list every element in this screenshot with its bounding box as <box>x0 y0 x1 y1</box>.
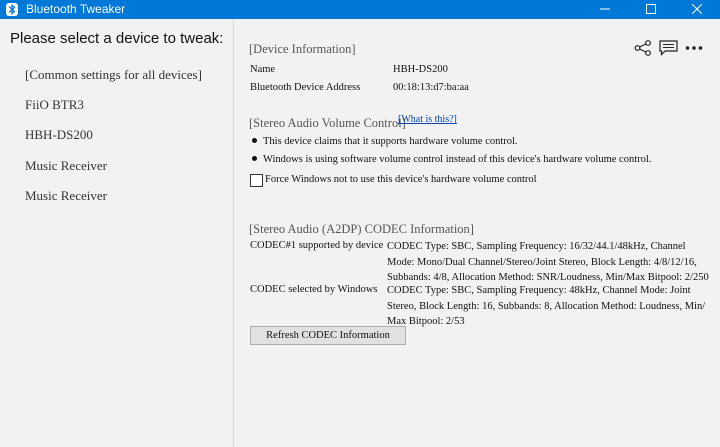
device-details-panel: [Device Information] Name HBH-DS200 Blue… <box>234 19 720 447</box>
name-label: Name <box>250 64 276 75</box>
device-item-common[interactable]: [Common settings for all devices] <box>25 67 202 83</box>
device-item-fiio-btr3[interactable]: FiiO BTR3 <box>25 97 84 113</box>
title-bar: Bluetooth Tweaker <box>0 0 720 19</box>
codec-supported-line: CODEC Type: SBC, Sampling Frequency: 16/… <box>387 241 686 252</box>
close-icon <box>692 4 702 14</box>
volume-note-2: Windows is using software volume control… <box>252 154 651 165</box>
codec-selected-line: CODEC Type: SBC, Sampling Frequency: 48k… <box>387 285 691 296</box>
what-is-this-link[interactable]: [What is this?] <box>398 114 457 125</box>
device-item-hbh-ds200[interactable]: HBH-DS200 <box>25 127 93 143</box>
volume-note-1-text: This device claims that it supports hard… <box>263 136 518 147</box>
codec-supported-label: CODEC#1 supported by device <box>250 240 384 251</box>
codec-supported-line: Mode: Mono/Dual Channel/Stereo/Joint Ste… <box>387 256 697 268</box>
name-value: HBH-DS200 <box>393 64 448 75</box>
refresh-codec-button[interactable]: Refresh CODEC Information <box>250 326 406 345</box>
codec-selected-line: Stereo, Block Length: 16, Subbands: 8, A… <box>387 300 706 312</box>
close-button[interactable] <box>674 0 720 19</box>
device-info-heading: [Device Information] <box>249 42 356 56</box>
codec-selected-label: CODEC selected by Windows <box>250 284 378 295</box>
volume-heading: [Stereo Audio Volume Control] <box>249 116 406 130</box>
minimize-button[interactable] <box>582 0 628 19</box>
bullet-dot <box>252 138 257 144</box>
force-software-volume-checkbox[interactable] <box>250 174 263 187</box>
window-title: Bluetooth Tweaker <box>26 2 126 16</box>
bullet-dot <box>252 156 257 162</box>
volume-note-1: This device claims that it supports hard… <box>252 136 518 147</box>
codec-selected-value: CODEC Type: SBC, Sampling Frequency: 48k… <box>387 283 717 330</box>
codec-supported-value: CODEC Type: SBC, Sampling Frequency: 16/… <box>387 239 717 286</box>
more-icon[interactable] <box>685 40 703 61</box>
force-software-volume-label[interactable]: Force Windows not to use this device's h… <box>265 174 537 185</box>
feedback-icon[interactable] <box>659 40 678 61</box>
maximize-button[interactable] <box>628 0 674 19</box>
address-label: Bluetooth Device Address <box>250 82 361 93</box>
share-icon[interactable] <box>634 40 652 61</box>
device-sidebar: Please select a device to tweak: [Common… <box>0 19 234 447</box>
codec-selected-line: Max Bitpool: 2/53 <box>387 316 465 327</box>
bluetooth-icon <box>6 3 18 16</box>
codec-heading: [Stereo Audio (A2DP) CODEC Information] <box>249 222 474 236</box>
device-item-music-receiver-1[interactable]: Music Receiver <box>25 158 107 174</box>
volume-note-2-text: Windows is using software volume control… <box>263 154 652 165</box>
address-value: 00:18:13:d7:ba:aa <box>393 82 469 93</box>
device-item-music-receiver-2[interactable]: Music Receiver <box>25 188 107 204</box>
sidebar-header: Please select a device to tweak: <box>10 30 224 47</box>
